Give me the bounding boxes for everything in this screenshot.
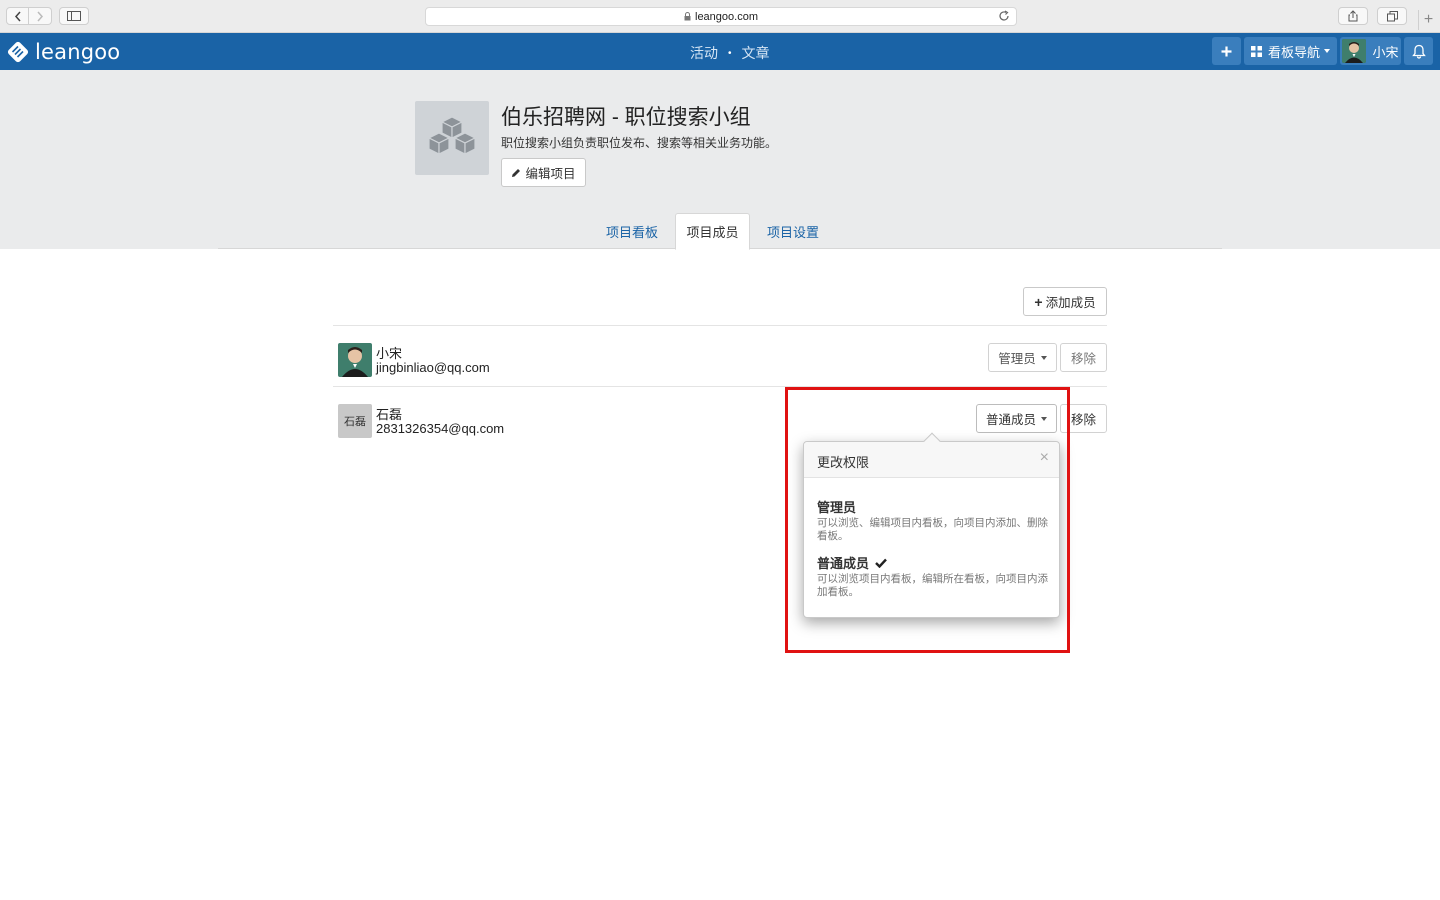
remove-member-button[interactable]: 移除 [1060,404,1107,433]
project-description: 职位搜索小组负责职位发布、搜索等相关业务功能。 [501,136,778,150]
logo-text: leangoo [35,40,121,64]
role-dropdown-button[interactable]: 管理员 [988,343,1057,372]
add-member-label: 添加成员 [1045,296,1096,310]
option-member[interactable]: 普通成员 [817,553,887,572]
avatar-person-icon [338,343,372,377]
chevron-right-icon [37,11,44,21]
app-header: leangoo 活动 • 文章 看板导航 小宋 [0,33,1440,70]
browser-toolbar: leangoo.com + [0,0,1440,33]
caret-down-icon [1041,416,1047,421]
tab-settings[interactable]: 项目设置 [762,213,824,249]
forward-button[interactable] [29,7,52,25]
user-avatar [1342,39,1367,63]
member-email: 2831326354@qq.com [376,421,505,436]
logo[interactable]: leangoo [6,40,120,64]
checkmark-icon [875,558,887,568]
bell-icon [1411,44,1426,59]
create-button[interactable] [1212,37,1241,65]
divider [333,325,1107,326]
sidebar-toggle-button[interactable] [59,7,89,25]
project-cubes-icon [415,101,489,175]
address-bar[interactable]: leangoo.com [425,7,1017,26]
option-member-title: 普通成员 [817,556,870,571]
caret-down-icon [1324,49,1330,53]
member-row: 石磊 石磊 2831326354@qq.com 普通成员 移除 [338,404,1107,444]
board-nav-label: 看板导航 [1267,44,1320,60]
project-tabs: 项目看板 项目成员 项目设置 [218,213,1222,250]
tab-boards[interactable]: 项目看板 [601,213,663,249]
plus-icon [1221,46,1232,56]
user-name: 小宋 [1372,44,1399,60]
caret-down-icon [1040,355,1047,360]
member-row: 小宋 jingbinliao@qq.com 管理员 移除 [338,343,1107,383]
project-title: 伯乐招聘网 - 职位搜索小组 [501,106,751,129]
project-header: 伯乐招聘网 - 职位搜索小组 职位搜索小组负责职位发布、搜索等相关业务功能。 编… [0,70,1440,250]
notifications-button[interactable] [1404,37,1433,65]
cubes-icon [427,116,477,155]
nav-activity-link[interactable]: 活动 [690,43,718,63]
chevron-left-icon [14,11,21,21]
member-email: jingbinliao@qq.com [376,360,490,375]
plus-icon: + [1423,11,1434,28]
member-avatar: 石磊 [338,404,372,438]
tabs-icon [1386,10,1398,21]
share-button[interactable] [1338,7,1368,25]
share-icon [1348,10,1358,22]
grid-icon [1250,45,1262,57]
tabs-overview-button[interactable] [1377,7,1407,25]
role-label: 普通成员 [985,413,1036,427]
option-admin-description: 可以浏览、编辑项目内看板，向项目内添加、删除看板。 [817,517,1048,542]
edit-project-button[interactable]: 编辑项目 [501,158,586,187]
back-button[interactable] [6,7,29,25]
option-admin[interactable]: 管理员 [817,497,856,516]
add-member-button[interactable]: + 添加成员 [1023,287,1107,316]
close-icon[interactable]: × [1040,449,1049,467]
divider [333,386,1107,387]
member-avatar [338,343,372,377]
role-dropdown-button[interactable]: 普通成员 [976,404,1057,433]
history-nav [6,7,53,25]
reload-icon[interactable] [998,10,1010,22]
tab-members[interactable]: 项目成员 [675,213,750,250]
remove-member-button[interactable]: 移除 [1060,343,1107,372]
url-text: leangoo.com [695,10,758,23]
edit-project-label: 编辑项目 [525,167,576,181]
role-label: 管理员 [998,352,1036,366]
avatar-person-icon [1342,39,1367,63]
user-menu-button[interactable]: 小宋 [1340,37,1401,65]
plus-icon: + [1034,293,1043,310]
leangoo-logo-icon [7,41,29,63]
nav-articles-link[interactable]: 文章 [742,43,770,63]
top-nav: 活动 • 文章 [690,43,770,63]
nav-separator: • [728,47,732,59]
lock-icon [684,12,691,21]
popover-title: 更改权限 [817,455,870,470]
popover-header: 更改权限 × [804,442,1059,478]
new-tab-button[interactable]: + [1418,10,1438,30]
change-permission-popover: 更改权限 × 管理员 可以浏览、编辑项目内看板，向项目内添加、删除看板。 普通成… [803,432,1060,618]
pencil-icon [512,168,521,177]
board-nav-button[interactable]: 看板导航 [1244,37,1337,65]
sidebar-icon [67,11,81,21]
option-member-description: 可以浏览项目内看板，编辑所在看板，向项目内添加看板。 [817,573,1048,598]
option-admin-title: 管理员 [817,500,857,515]
